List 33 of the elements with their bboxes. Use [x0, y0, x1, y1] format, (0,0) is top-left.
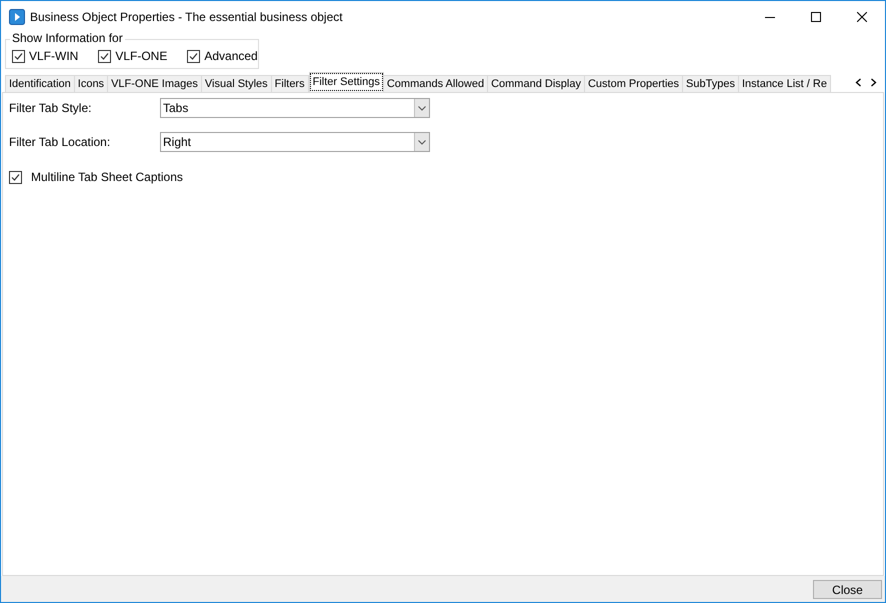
scroll-right-icon[interactable] — [870, 78, 877, 86]
tab[interactable]: Icons — [74, 75, 108, 92]
tab[interactable]: Filters — [272, 75, 309, 92]
checkbox-label: VLF-WIN — [29, 48, 78, 65]
dropdown[interactable]: Right — [160, 132, 430, 152]
close-button[interactable]: Close — [813, 580, 882, 598]
dropdown[interactable]: Tabs — [160, 98, 430, 118]
tab[interactable]: Commands Allowed — [384, 75, 488, 92]
checkbox-label: Multiline Tab Sheet Captions — [31, 169, 183, 186]
chevron-down-icon — [418, 140, 426, 144]
checkbox-label: Advanced — [204, 48, 258, 65]
checkbox[interactable] — [98, 50, 112, 62]
checkbox[interactable] — [187, 50, 200, 62]
tab[interactable]: Command Display — [488, 75, 585, 92]
close-icon[interactable] — [857, 12, 867, 22]
maximize-icon[interactable] — [811, 12, 821, 22]
window-title: Business Object Properties - The essential business object — [30, 8, 343, 26]
checkbox[interactable] — [12, 50, 25, 62]
chevron-down-icon — [418, 106, 426, 110]
checkbox-label: VLF-ONE — [115, 48, 168, 65]
tab[interactable]: Filter Settings — [308, 72, 384, 92]
tab[interactable]: VLF-ONE Images — [108, 75, 202, 92]
tab[interactable]: Visual Styles — [202, 75, 272, 92]
group-legend: Show Information for — [10, 31, 125, 45]
field-label: Filter Tab Style: — [9, 100, 92, 117]
tab[interactable]: SubTypes — [683, 75, 739, 92]
field-label: Filter Tab Location: — [9, 134, 112, 151]
app-icon — [9, 8, 25, 24]
checkbox[interactable] — [9, 170, 22, 184]
tab[interactable]: Instance List / Re — [738, 75, 831, 92]
tab[interactable]: Custom Properties — [584, 75, 684, 92]
scroll-left-icon[interactable] — [855, 78, 862, 86]
tab[interactable]: Identification — [5, 75, 75, 92]
